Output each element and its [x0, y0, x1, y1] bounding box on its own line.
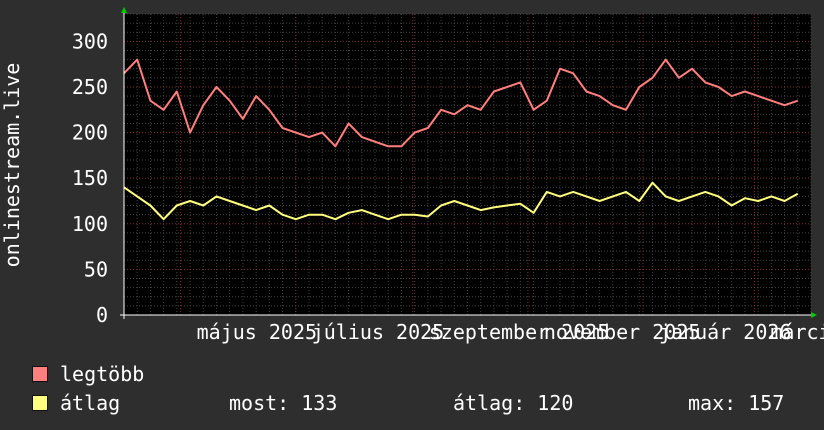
y-tick-label: 100 — [72, 212, 108, 236]
stat-most: most: 133 — [229, 391, 338, 415]
atlag-swatch — [32, 395, 48, 411]
legend-label-atlag: átlag — [60, 391, 121, 415]
legend-label-legtobb: legtöbb — [60, 362, 145, 386]
x-tick-label: július 2025 — [312, 320, 444, 344]
y-tick-labels: 0 50 100 150 200 250 300 — [72, 29, 108, 327]
x-tick-labels: május 2025július 2025szeptember 2025nove… — [197, 320, 824, 344]
y-axis-arrow-icon — [121, 7, 127, 13]
y-tick-label: 0 — [96, 303, 108, 327]
y-axis-label: onlinestream.live — [0, 63, 24, 268]
stat-max: max: 157 — [688, 391, 785, 415]
y-tick-label: 150 — [72, 166, 108, 190]
stat-atlag: átlag: 120 — [453, 391, 574, 415]
x-tick-label: május 2025 — [197, 320, 317, 344]
y-tick-label: 250 — [72, 75, 108, 99]
y-tick-label: 300 — [72, 29, 108, 53]
legtobb-swatch — [32, 366, 48, 382]
x-axis-arrow-icon — [811, 312, 817, 318]
y-tick-label: 50 — [84, 257, 108, 281]
y-tick-label: 200 — [72, 121, 108, 145]
x-tick-label: március 2026 — [770, 320, 824, 344]
